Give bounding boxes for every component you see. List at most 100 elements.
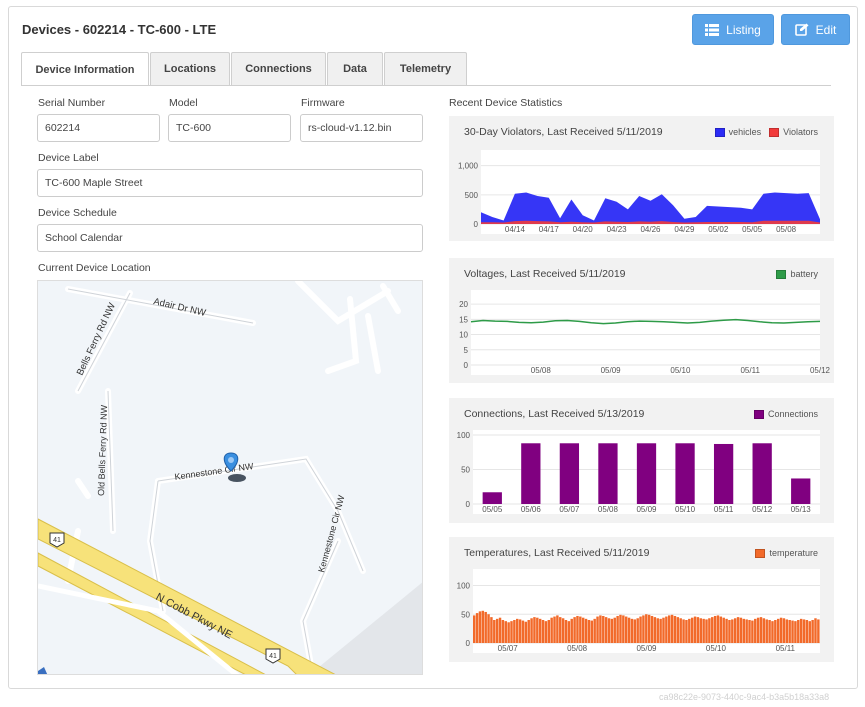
temperatures-bar	[630, 618, 634, 643]
temperatures-bar	[593, 618, 596, 643]
temperatures-bar	[668, 615, 671, 643]
temperatures-bar	[507, 622, 510, 643]
violators-x-tick-label: 05/05	[742, 225, 763, 234]
temperatures-bar	[493, 620, 496, 643]
serial-number-field[interactable]: 602214	[37, 114, 160, 142]
temperatures-bar	[716, 615, 720, 643]
temperatures-bar	[739, 617, 743, 643]
temperatures-bar	[817, 619, 820, 643]
violators-y-tick-label: 0	[474, 220, 479, 229]
temperatures-bar	[553, 616, 556, 643]
temperatures-bar	[808, 621, 811, 643]
temperatures-bar	[645, 614, 648, 643]
temperatures-bar	[705, 619, 708, 643]
temperatures-bar	[490, 617, 493, 643]
listing-button[interactable]: Listing	[692, 14, 774, 45]
temperatures-bar	[688, 618, 691, 643]
connections-x-tick-label: 05/12	[752, 505, 773, 514]
edit-button[interactable]: Edit	[781, 14, 850, 45]
firmware-field[interactable]: rs-cloud-v1.12.bin	[300, 114, 423, 142]
temperatures-bar	[799, 618, 803, 643]
model-field[interactable]: TC-600	[168, 114, 291, 142]
tab-device-information[interactable]: Device Information	[21, 52, 149, 86]
temperatures-bar	[633, 619, 637, 643]
temperatures-bar	[590, 620, 594, 643]
temperatures-bar	[613, 617, 616, 643]
temperatures-chart-panel: Temperatures, Last Received 5/11/2019 te…	[449, 537, 834, 662]
temperatures-bar	[510, 621, 513, 643]
tab-telemetry[interactable]: Telemetry	[384, 52, 467, 85]
connections-bar	[559, 443, 580, 504]
temperatures-bar	[682, 619, 685, 643]
current-location-label: Current Device Location	[38, 262, 151, 274]
device-schedule-label: Device Schedule	[38, 207, 117, 219]
tab-connections[interactable]: Connections	[231, 52, 326, 85]
voltages-y-tick-label: 0	[464, 361, 469, 370]
temperatures-bar	[636, 618, 639, 643]
device-location-map[interactable]: Adair Dr NW Bells Ferry Rd NW Old Bells …	[37, 280, 423, 675]
temperatures-bar	[662, 617, 665, 643]
temperatures-bar	[650, 615, 654, 643]
list-icon	[705, 23, 720, 36]
temperatures-bar	[473, 615, 476, 643]
temperatures-bar	[794, 621, 797, 643]
temperatures-bar	[733, 618, 737, 643]
temperatures-bar	[599, 615, 602, 643]
temperatures-bar	[702, 618, 705, 643]
connections-bar	[598, 443, 618, 504]
temperatures-bar	[670, 614, 674, 643]
temperatures-bar	[596, 616, 599, 643]
voltages-x-tick-label: 05/09	[601, 366, 622, 375]
temperatures-bar	[759, 617, 763, 643]
connections-chart-panel: Connections, Last Received 5/13/2019 Con…	[449, 398, 834, 523]
voltages-x-tick-label: 05/12	[810, 366, 831, 375]
temperatures-bar	[478, 611, 482, 643]
temperatures-chart: 0 50 100 05/07 05/08 05/09 05/10 05/11	[457, 569, 820, 653]
temperatures-bar	[607, 618, 611, 643]
temperatures-bar	[604, 617, 608, 643]
temperatures-bar	[610, 618, 614, 643]
temperatures-bar	[774, 620, 777, 643]
device-label-label: Device Label	[38, 152, 99, 164]
voltages-x-tick-label: 05/10	[670, 366, 691, 375]
temperatures-bar	[602, 615, 605, 643]
tab-locations[interactable]: Locations	[150, 52, 230, 85]
street-label-adair: Adair Dr NW	[152, 296, 206, 319]
temperatures-bar	[616, 615, 619, 643]
temperatures-y-tick-label: 0	[466, 639, 471, 648]
device-schedule-field[interactable]: School Calendar	[37, 224, 423, 252]
temperatures-bar	[776, 618, 780, 643]
temperatures-x-tick-label: 05/07	[498, 644, 519, 653]
temperatures-bar	[495, 618, 499, 643]
connections-bar	[675, 443, 695, 504]
violators-x-tick-label: 04/20	[573, 225, 594, 234]
temperatures-bar	[679, 618, 682, 643]
connections-bar	[521, 443, 541, 504]
temperatures-bar	[521, 620, 525, 643]
temperatures-bar	[685, 620, 688, 643]
violators-y-tick-label: 500	[465, 191, 479, 200]
connections-chart: 0 50 100 05/05 05/06 05/07 05/08 05/09 05/10 05/1…	[457, 430, 820, 514]
firmware-label: Firmware	[301, 97, 345, 109]
temperatures-bar	[564, 620, 568, 643]
temperatures-bar	[748, 620, 751, 643]
temperatures-bar	[576, 615, 579, 643]
voltages-x-tick-label: 05/11	[740, 366, 760, 375]
connections-x-tick-label: 05/09	[636, 505, 657, 514]
temperatures-bar	[484, 611, 487, 643]
temperatures-bar	[627, 617, 631, 643]
temperatures-bar	[745, 619, 748, 643]
watermark: ca98c22e-9073-440c-9ac4-b3a5b18a33a8	[659, 692, 830, 702]
voltages-y-tick-label: 20	[459, 300, 468, 309]
tab-data[interactable]: Data	[327, 52, 383, 85]
connections-bar	[482, 492, 502, 504]
temperatures-bar	[619, 614, 622, 643]
temperatures-bar	[771, 621, 774, 643]
model-label: Model	[169, 97, 198, 109]
temperatures-bar	[699, 618, 702, 643]
temperatures-bar	[742, 618, 746, 643]
device-label-field[interactable]: TC-600 Maple Street	[37, 169, 423, 197]
temperatures-bar	[779, 617, 783, 643]
temperatures-bar	[665, 616, 668, 643]
temperatures-bar	[708, 618, 711, 643]
